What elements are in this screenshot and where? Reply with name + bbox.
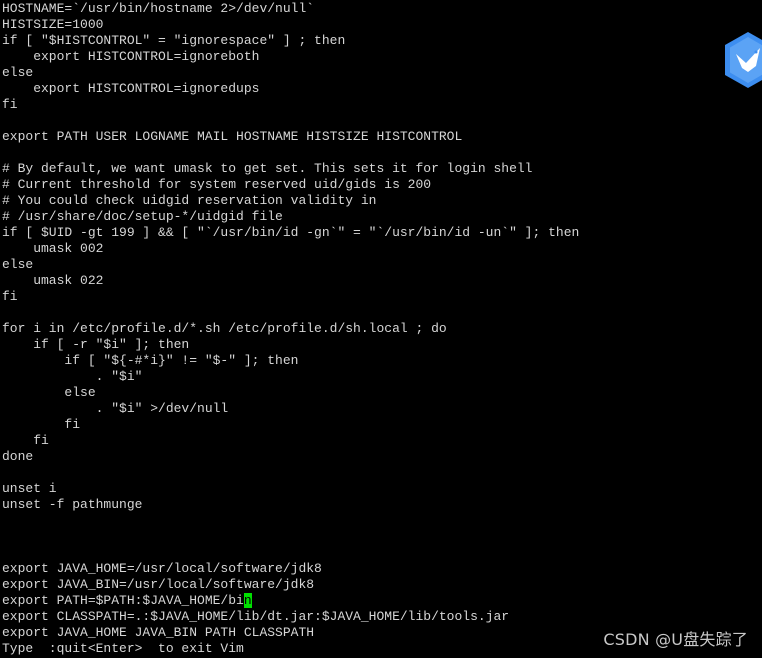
terminal-line: . "$i" >/dev/null	[2, 401, 229, 416]
terminal-line: umask 002	[2, 241, 104, 256]
terminal-line: HISTSIZE=1000	[2, 17, 104, 32]
terminal-line: export PATH USER LOGNAME MAIL HOSTNAME H…	[2, 129, 463, 144]
terminal-line: if [ "$HISTCONTROL" = "ignorespace" ] ; …	[2, 33, 346, 48]
terminal-line: if [ $UID -gt 199 ] && [ "`/usr/bin/id -…	[2, 225, 580, 240]
terminal-line: # By default, we want umask to get set. …	[2, 161, 533, 176]
terminal-line: export PATH=$PATH:$JAVA_HOME/bin	[2, 593, 252, 608]
terminal-line: export JAVA_HOME=/usr/local/software/jdk…	[2, 561, 322, 576]
terminal-line: fi	[2, 289, 18, 304]
terminal-line: else	[2, 257, 34, 272]
terminal-line: done	[2, 449, 34, 464]
terminal-line: export HISTCONTROL=ignoredups	[2, 81, 260, 96]
terminal-line: else	[2, 385, 96, 400]
terminal-line: fi	[2, 97, 18, 112]
terminal-line: . "$i"	[2, 369, 143, 384]
terminal-line: unset -f pathmunge	[2, 497, 143, 512]
terminal-line: if [ -r "$i" ]; then	[2, 337, 190, 352]
terminal-line: export JAVA_BIN=/usr/local/software/jdk8	[2, 577, 315, 592]
terminal-line: else	[2, 65, 34, 80]
terminal-line: for i in /etc/profile.d/*.sh /etc/profil…	[2, 321, 447, 336]
csdn-watermark: CSDN @U盘失踪了	[603, 630, 748, 649]
text-cursor: n	[243, 593, 252, 608]
terminal-line: unset i	[2, 481, 57, 496]
terminal-line: export HISTCONTROL=ignoreboth	[2, 49, 260, 64]
terminal-line: fi	[2, 433, 49, 448]
terminal-line: # /usr/share/doc/setup-*/uidgid file	[2, 209, 283, 224]
terminal-line: umask 022	[2, 273, 104, 288]
terminal-line: export CLASSPATH=.:$JAVA_HOME/lib/dt.jar…	[2, 609, 510, 624]
terminal-line: if [ "${-#*i}" != "$-" ]; then	[2, 353, 299, 368]
terminal-line: HOSTNAME=`/usr/bin/hostname 2>/dev/null`	[2, 1, 315, 16]
vim-terminal-buffer[interactable]: HOSTNAME=`/usr/bin/hostname 2>/dev/null`…	[2, 1, 742, 657]
terminal-line: fi	[2, 417, 81, 432]
bird-hexagon-logo-icon	[725, 32, 762, 88]
terminal-line: # You could check uidgid reservation val…	[2, 193, 377, 208]
terminal-line: # Current threshold for system reserved …	[2, 177, 432, 192]
